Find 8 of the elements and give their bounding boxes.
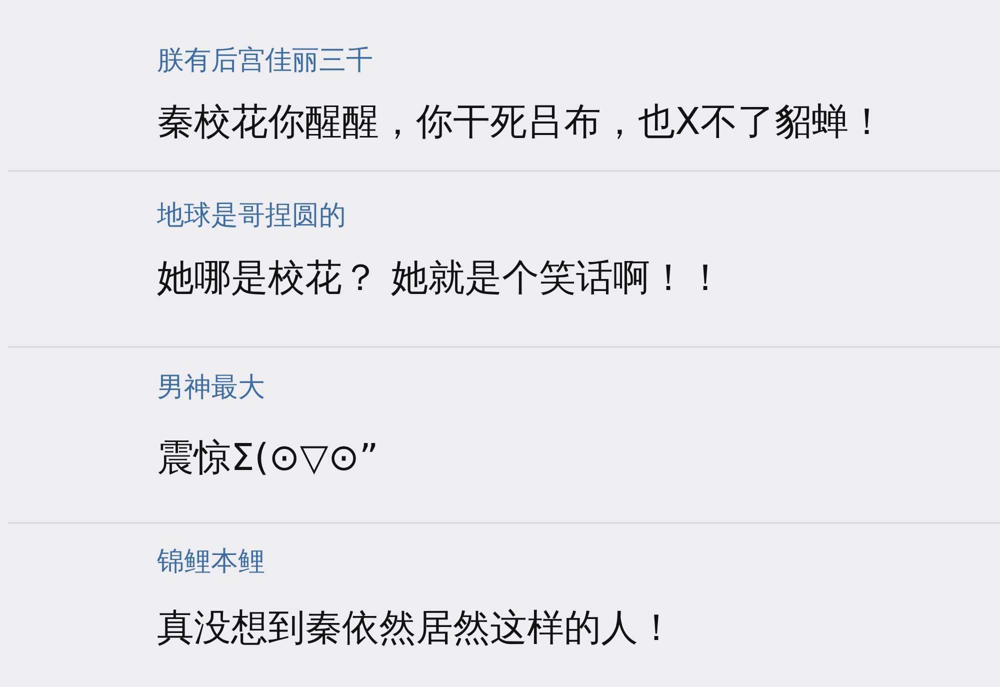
username-link[interactable]: 朕有后宫佳丽三千 [157, 43, 373, 79]
comment-text: 震惊Σ(⊙▽⊙” [157, 435, 378, 481]
username-link[interactable]: 锦鲤本鲤 [157, 544, 265, 580]
comment-text: 她哪是校花？ 她就是个笑话啊！！ [157, 255, 724, 301]
comment-text: 秦校花你醒醒，你干死吕布，也X不了貂蝉！ [157, 99, 886, 145]
comment-text: 真没想到秦依然居然这样的人！ [157, 605, 675, 651]
username-link[interactable]: 地球是哥捏圆的 [157, 198, 346, 234]
username-link[interactable]: 男神最大 [157, 370, 265, 406]
